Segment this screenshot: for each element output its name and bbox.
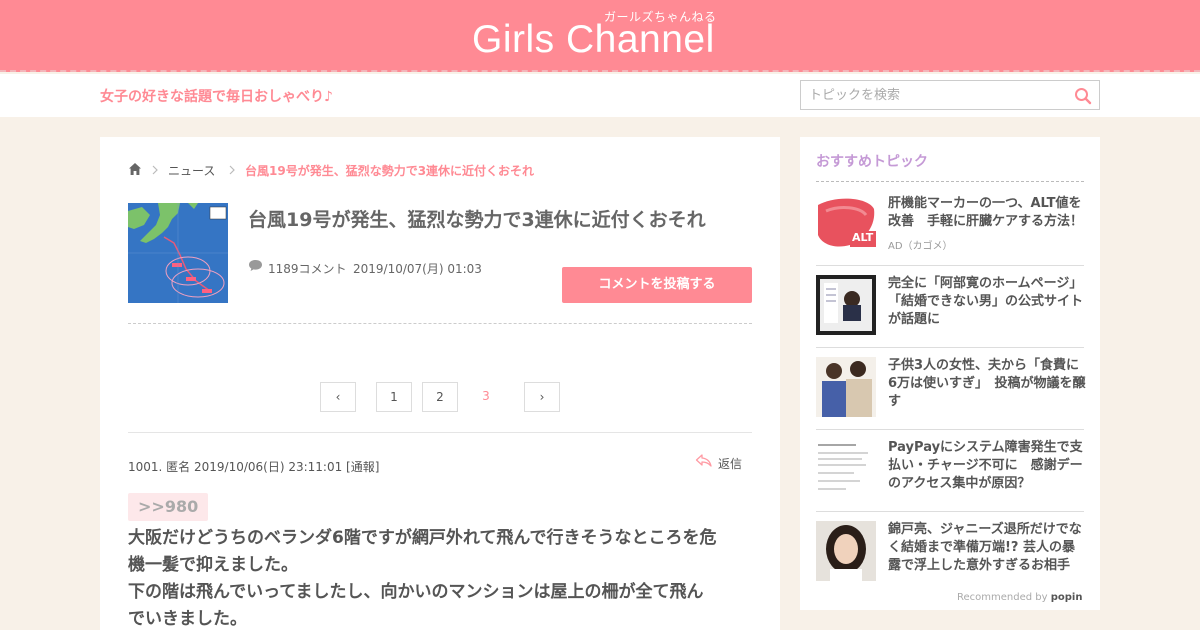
chevron-right-icon [229, 165, 235, 175]
comment-bubble-icon [249, 260, 262, 271]
breadcrumb-news-link[interactable]: ニュース [168, 162, 215, 179]
search-input[interactable] [809, 85, 1059, 105]
page-button-2[interactable]: 2 [422, 382, 458, 412]
recommended-title: 完全に「阿部寛のホームページ」 「結婚できない男」の公式サイトが話題に [888, 276, 1089, 327]
chevron-right-icon [152, 165, 158, 175]
recommended-title: 肝機能マーカーの一つ、ALT値を改善 手軽に肝臓ケアする方法！ [888, 196, 1084, 229]
post-comment-button[interactable]: コメントを投稿する [562, 267, 752, 303]
page-button-1[interactable]: 1 [376, 382, 412, 412]
logo-subtitle: ガールズちゃんねる [604, 10, 717, 24]
reply-label: 返信 [718, 457, 743, 471]
sidebar-heading: おすすめトピック [816, 154, 928, 170]
next-page-button[interactable]: › [524, 382, 560, 412]
liver-ad-thumbnail [816, 195, 876, 255]
divider [816, 347, 1084, 348]
divider [128, 323, 752, 324]
divider [816, 181, 1084, 182]
sub-header: 女子の好きな話題で毎日おしゃべり♪ [0, 74, 1200, 117]
recommended-title: PayPayにシステム障害発生で支払い・チャージ不可に 感謝デーのアクセス集中が… [888, 440, 1083, 491]
divider [128, 432, 752, 433]
recommended-source: AD（カゴメ） [888, 241, 953, 252]
prev-page-button[interactable]: ‹ [320, 382, 356, 412]
divider [816, 511, 1084, 512]
comment-line: 下の階は飛んでいってましたし、向かいのマンションは屋上の柵が全て飛ん [128, 582, 704, 602]
thumb-label: ALT [852, 231, 874, 244]
recommended-item[interactable]: 子供3人の女性、夫から「食費に6万は使いすぎ」 投稿が物議を醸す [816, 357, 1086, 439]
couple-photo-thumbnail [816, 357, 876, 417]
comment-line: 機一髪で抑えました。 [128, 555, 298, 575]
reply-anchor-link[interactable]: >>980 [128, 493, 209, 521]
popin-logo: popin [1050, 592, 1083, 603]
site-header: Girls Channel ガールズちゃんねる [0, 0, 1200, 72]
reply-arrow-icon [695, 454, 712, 467]
recommended-item[interactable]: 完全に「阿部寛のホームページ」 「結婚できない男」の公式サイトが話題に [816, 275, 1089, 357]
topic-date: 2019/10/07(月) 01:03 [353, 262, 482, 276]
recommended-by-label: Recommended by [957, 592, 1048, 603]
topic-title: 台風19号が発生、猛烈な勢力で3連休に近付くおそれ [248, 209, 706, 231]
website-screenshot-thumbnail [816, 275, 876, 335]
text-screenshot-thumbnail [816, 439, 876, 499]
site-logo[interactable]: Girls Channel ガールズちゃんねる [472, 10, 732, 62]
divider [816, 429, 1084, 430]
recommended-item[interactable]: 錦戸亮、ジャニーズ退所だけでなく結婚まで準備万端!? 芸人の暴露で浮上した意外す… [816, 521, 1084, 603]
divider [816, 265, 1084, 266]
breadcrumb-current: 台風19号が発生、猛烈な勢力で3連休に近付くおそれ [245, 164, 535, 178]
comment-header: 1001. 匿名 2019/10/06(日) 23:11:01 [通報] [128, 460, 380, 474]
recommended-title: 子供3人の女性、夫から「食費に6万は使いすぎ」 投稿が物議を醸す [888, 358, 1086, 409]
typhoon-map-thumbnail [128, 203, 228, 303]
comment-line: でいきました。 [128, 609, 247, 629]
search-icon[interactable] [1074, 87, 1092, 105]
site-tagline: 女子の好きな話題で毎日おしゃべり♪ [100, 89, 333, 105]
recommended-sidebar: おすすめトピック ALT 肝機能マーカーの一つ、ALT値を改善 手軽に肝臓ケアす… [800, 137, 1100, 610]
portrait-thumbnail [816, 521, 876, 581]
comment-count: 1189コメント [268, 262, 347, 276]
recommended-by-credit[interactable]: Recommended by popin [957, 592, 1082, 603]
reply-button[interactable]: 返信 [695, 453, 755, 473]
page-current: 3 [468, 382, 504, 412]
comment-line: 大阪だけどうちのベランダ6階ですが網戸外れて飛んで行きそうなところを危 [128, 528, 717, 548]
recommended-item[interactable]: PayPayにシステム障害発生で支払い・チャージ不可に 感謝デーのアクセス集中が… [816, 439, 1084, 521]
comment-body: 大阪だけどうちのベランダ6階ですが網戸外れて飛んで行きそうなところを危 機一髪で… [128, 525, 758, 630]
recommended-title: 錦戸亮、ジャニーズ退所だけでなく結婚まで準備万端!? 芸人の暴露で浮上した意外す… [888, 522, 1082, 573]
search-box [800, 80, 1100, 110]
topic-card: ニュース 台風19号が発生、猛烈な勢力で3連休に近付くおそれ 台風19号が発生、… [100, 137, 780, 630]
home-icon[interactable] [128, 162, 142, 176]
